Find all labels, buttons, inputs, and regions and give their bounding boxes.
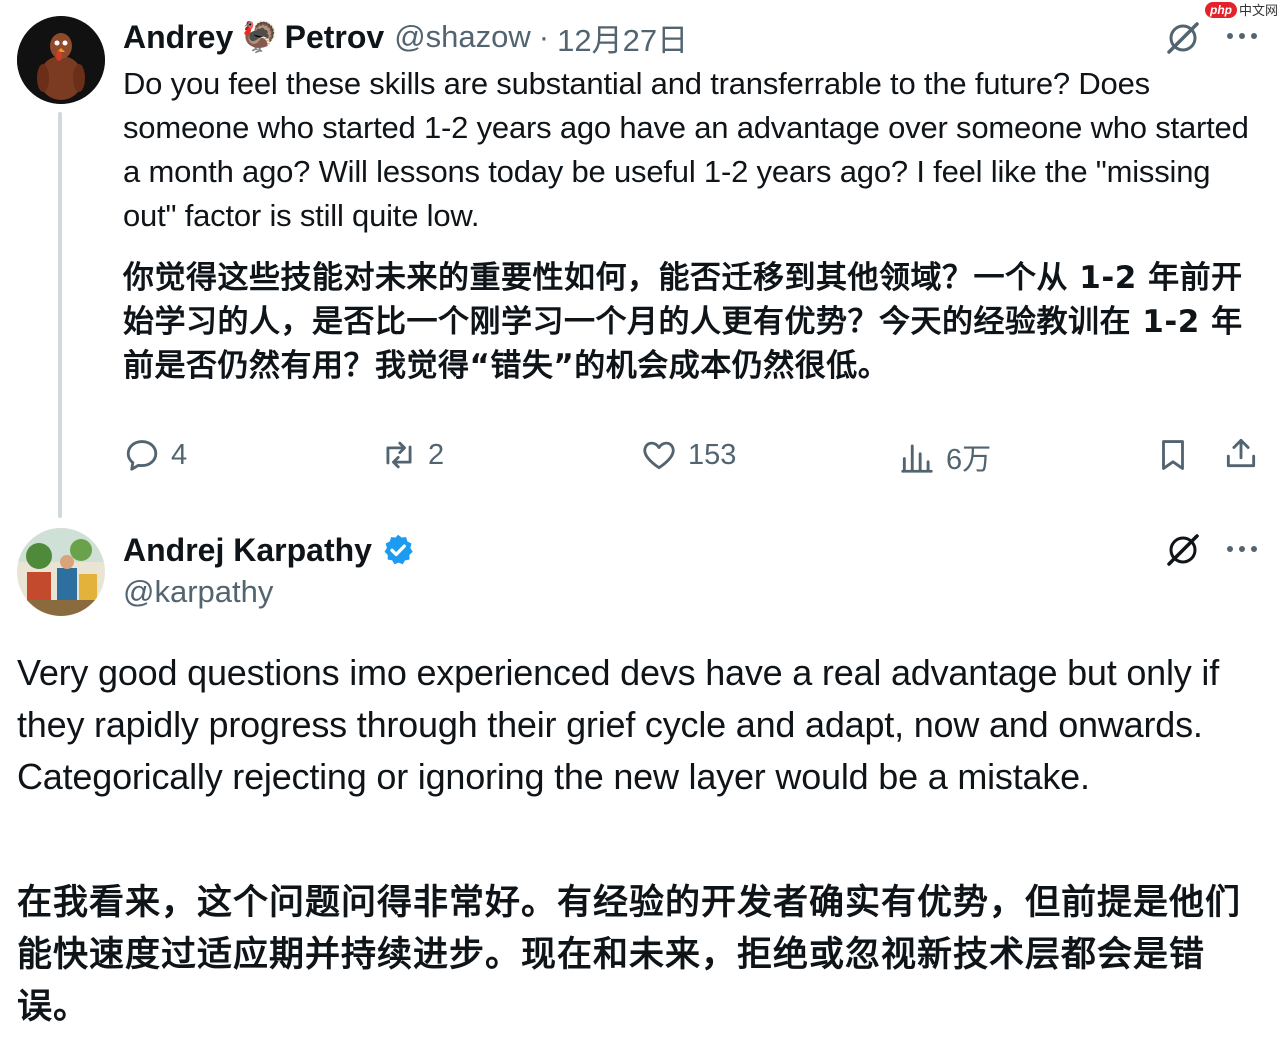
main-text-english: Very good questions imo experienced devs…: [17, 652, 1219, 797]
analytics-bars-icon: [901, 444, 933, 473]
like-count: 153: [688, 438, 737, 471]
main-author-handle[interactable]: @karpathy: [123, 574, 273, 610]
avatar-karpathy[interactable]: [17, 528, 105, 616]
more-options-button-main[interactable]: [1224, 537, 1260, 561]
grok-icon: [1167, 534, 1199, 566]
avatar-andrey[interactable]: [17, 16, 105, 104]
watermark-badge: php: [1204, 1, 1237, 18]
grok-icon: [1167, 22, 1199, 54]
turkey-avatar-icon: [17, 16, 105, 104]
bookmark-button[interactable]: [1154, 436, 1192, 474]
main-author-row: Andrej Karpathy: [123, 527, 416, 573]
illustrated-avatar-icon: [17, 528, 105, 616]
header-separator: ·: [538, 19, 550, 54]
share-upload-icon: [1226, 438, 1256, 468]
heart-icon: [643, 441, 675, 470]
repost-icon: [386, 441, 412, 469]
reply-count: 4: [171, 438, 188, 471]
bookmark-icon: [1162, 440, 1184, 470]
author-last-name[interactable]: Petrov: [285, 19, 385, 56]
reply-text-chinese: 你觉得这些技能对未来的重要性如何，能否迁移到其他领域？一个从 1-2 年前开始学…: [123, 260, 1243, 384]
more-options-button[interactable]: [1224, 24, 1260, 48]
thread-connector-line: [58, 112, 62, 518]
verified-badge-icon: [380, 532, 416, 568]
view-count: 6万: [946, 444, 992, 476]
repost-count: 2: [428, 438, 445, 471]
reply-action[interactable]: 4: [123, 436, 187, 474]
views-action[interactable]: 6万: [898, 436, 991, 478]
tweet-date[interactable]: 12月27日: [557, 15, 688, 60]
ellipsis-icon: [1227, 33, 1257, 39]
like-action[interactable]: 153: [640, 436, 736, 474]
grok-button-main[interactable]: [1163, 530, 1203, 570]
author-first-name[interactable]: Andrey: [123, 19, 233, 56]
reply-bubble-icon: [126, 440, 158, 471]
main-text-chinese: 在我看来，这个问题问得非常好。有经验的开发者确实有优势，但前提是他们能快速度过适…: [17, 883, 1242, 1027]
watermark-text: 中文网: [1238, 3, 1278, 18]
turkey-emoji-icon: 🦃: [241, 20, 279, 54]
site-watermark: php 中文网: [1204, 0, 1278, 19]
author-handle[interactable]: @shazow: [394, 19, 531, 55]
main-author-name[interactable]: Andrej Karpathy: [123, 532, 372, 569]
grok-button[interactable]: [1163, 18, 1203, 58]
repost-action[interactable]: 2: [380, 436, 444, 474]
ellipsis-icon: [1227, 546, 1257, 552]
reply-header: Andrey 🦃 Petrov @shazow · 12月27日: [123, 14, 688, 60]
reply-text-english: Do you feel these skills are substantial…: [123, 66, 1249, 233]
share-button[interactable]: [1222, 434, 1260, 472]
